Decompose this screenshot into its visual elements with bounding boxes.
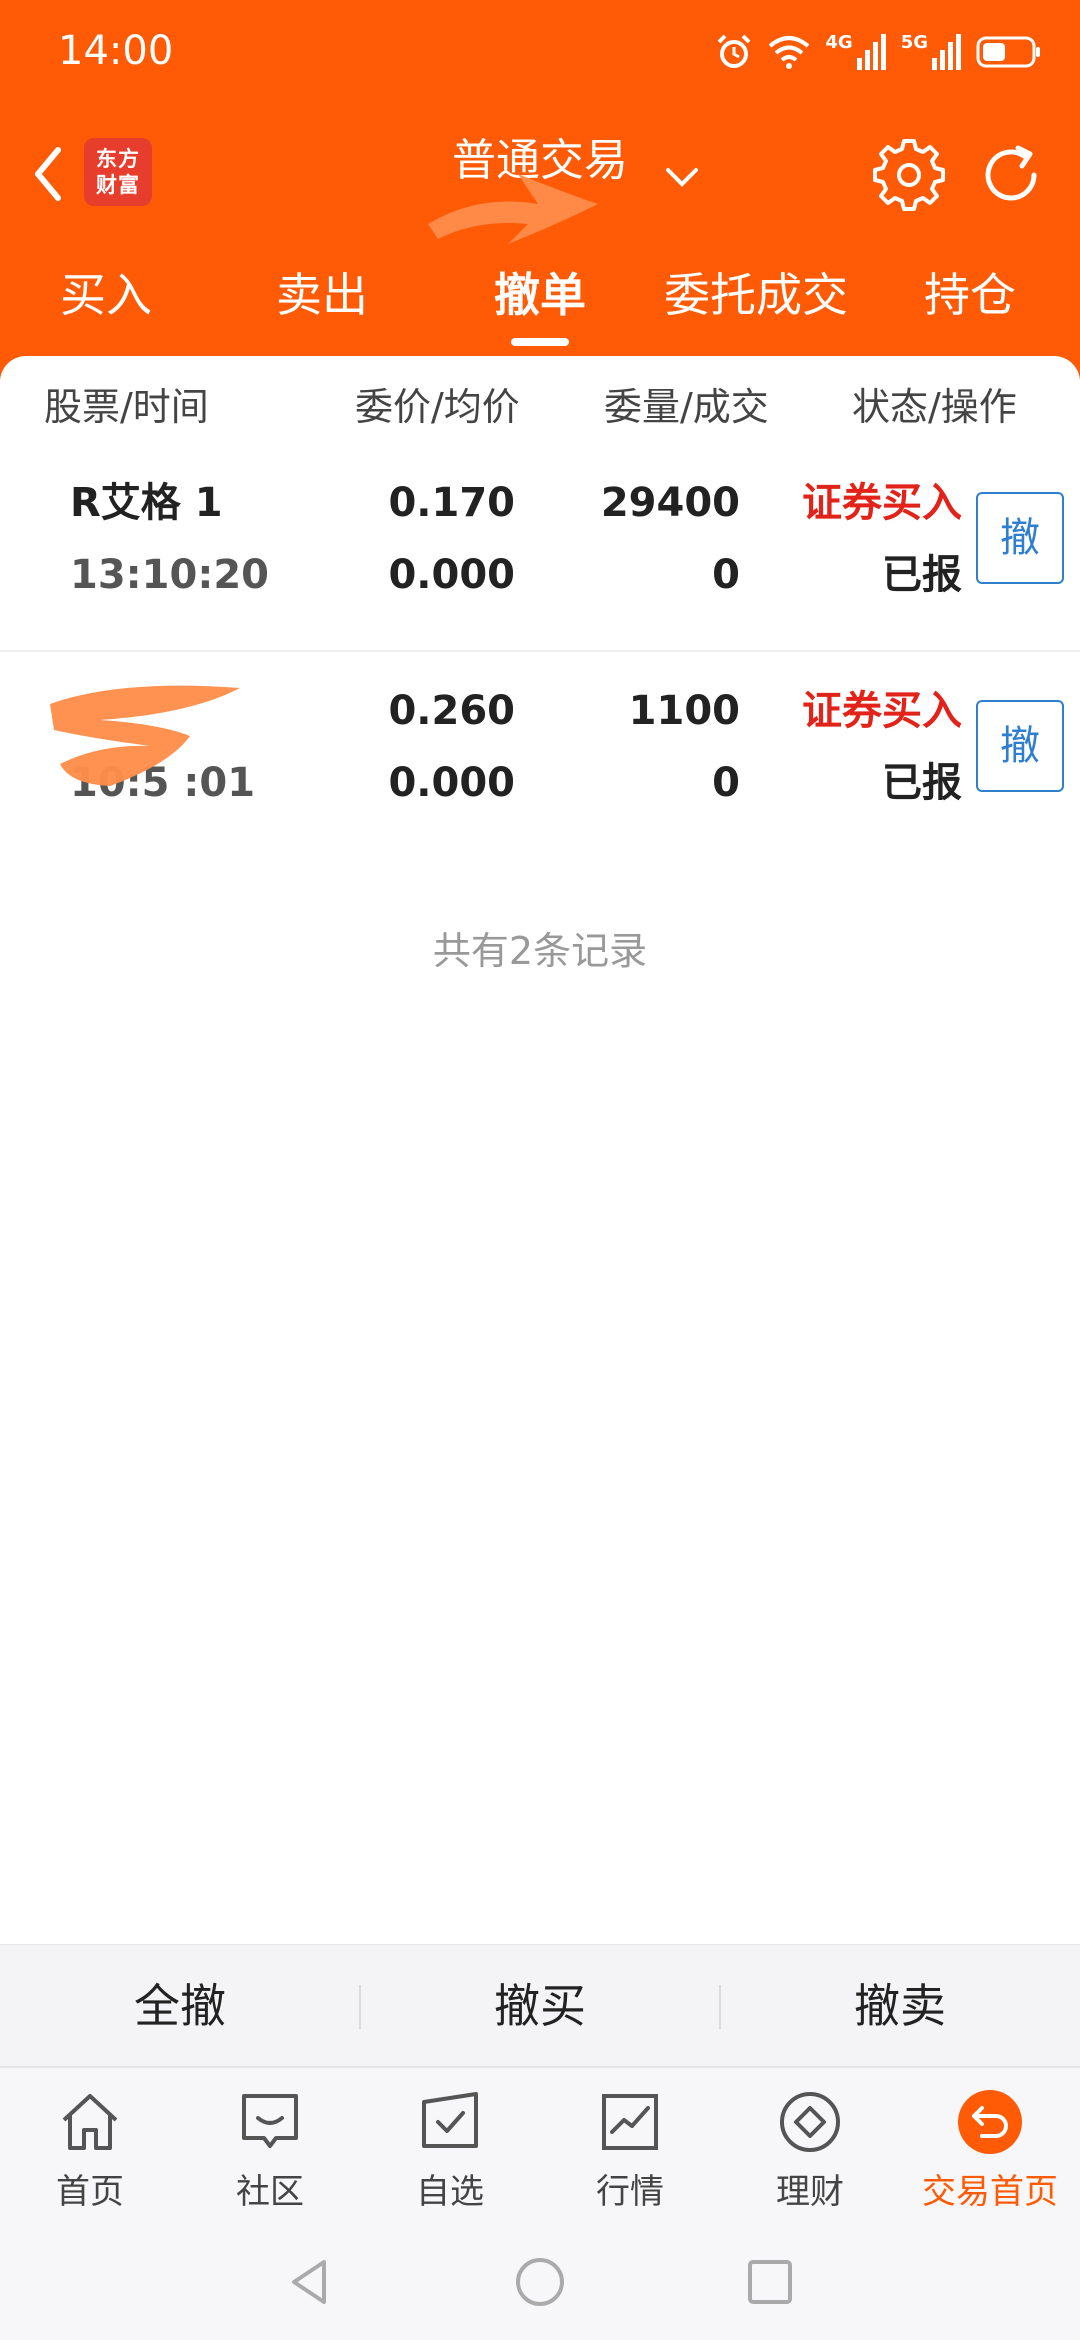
avg-price: 0.000 — [388, 760, 515, 806]
order-list: 股票/时间 委价/均价 委量/成交 状态/操作 R艾格 1 13:10:20 0… — [0, 356, 1080, 1946]
order-status: 已报 — [882, 552, 962, 598]
app-logo: 东方 财富 — [84, 138, 152, 206]
watchlist-icon — [422, 2092, 478, 2148]
nav-item-community[interactable]: 社区 — [180, 2068, 360, 2228]
network-label-1: 4G — [825, 31, 853, 53]
tab-buy[interactable]: 买入 — [36, 260, 176, 340]
table-row[interactable]: R艾格 1 13:10:20 0.170 0.000 29400 0 证券买入 … — [0, 446, 1080, 652]
column-header-stock: 股票/时间 — [44, 385, 209, 429]
logo-text-line2: 财富 — [96, 173, 140, 197]
cancel-sell-button[interactable]: 撤卖 — [720, 1945, 1080, 2067]
nav-item-watchlist[interactable]: 自选 — [360, 2068, 540, 2228]
system-recents-icon[interactable] — [740, 2252, 800, 2312]
stock-name: R艾格 1 — [70, 480, 223, 526]
diamond-icon — [780, 2092, 840, 2152]
app-header: 14:00 4G 5G 东方 财富 普通交易 买入 卖出 撤单 委托成交 持仓 — [0, 0, 1080, 380]
chevron-down-icon[interactable] — [662, 162, 702, 192]
cancel-all-button[interactable]: 全撤 — [0, 1945, 360, 2067]
column-header-price: 委价/均价 — [355, 385, 520, 429]
network-label-2: 5G — [900, 31, 928, 53]
system-home-icon[interactable] — [510, 2252, 570, 2312]
cancel-order-button[interactable]: 撤 — [976, 492, 1064, 584]
column-header-status: 状态/操作 — [852, 385, 1017, 429]
nav-label: 行情 — [596, 2172, 664, 2212]
alarm-icon — [717, 34, 751, 68]
active-tab-indicator — [511, 338, 569, 346]
order-time: 13:10:20 — [70, 552, 269, 598]
tab-positions[interactable]: 持仓 — [900, 260, 1040, 340]
tab-cancel-order[interactable]: 撤单 — [470, 260, 610, 340]
redaction-scribble — [428, 174, 598, 244]
order-status: 已报 — [882, 760, 962, 806]
system-navigation-bar — [0, 2226, 1080, 2340]
nav-item-trade-home[interactable]: 交易首页 — [900, 2068, 1080, 2228]
order-type: 证券买入 — [802, 688, 962, 734]
avg-price: 0.000 — [388, 552, 515, 598]
cancel-buy-button[interactable]: 撤买 — [360, 1945, 720, 2067]
tab-orders-trades[interactable]: 委托成交 — [650, 260, 862, 340]
bulk-action-bar: 全撤 撤买 撤卖 — [0, 1944, 1080, 2066]
order-type: 证券买入 — [802, 480, 962, 526]
nav-item-market[interactable]: 行情 — [540, 2068, 720, 2228]
status-time: 14:00 — [58, 28, 174, 74]
record-count: 共有2条记录 — [432, 929, 648, 973]
nav-label: 社区 — [236, 2172, 304, 2212]
table-row[interactable]: 10:5 :01 0.260 0.000 1100 0 证券买入 已报 撤 — [0, 654, 1080, 860]
bottom-navigation: 首页 社区 自选 行情 理财 交易首页 — [0, 2066, 1080, 2226]
column-header-quantity: 委量/成交 — [604, 385, 769, 429]
filled-quantity: 0 — [712, 552, 740, 598]
system-back-icon[interactable] — [280, 2252, 340, 2312]
chart-icon — [602, 2094, 658, 2150]
chat-icon — [242, 2094, 298, 2148]
nav-item-home[interactable]: 首页 — [0, 2068, 180, 2228]
nav-label: 首页 — [56, 2172, 124, 2212]
nav-label: 自选 — [416, 2172, 484, 2212]
signal-icon — [856, 34, 886, 70]
order-quantity: 29400 — [600, 480, 740, 526]
filled-quantity: 0 — [712, 760, 740, 806]
signal-icon — [932, 34, 961, 70]
status-icons: 4G 5G — [715, 28, 1042, 76]
tab-sell[interactable]: 卖出 — [252, 260, 392, 340]
cancel-order-button[interactable]: 撤 — [976, 700, 1064, 792]
nav-label: 交易首页 — [922, 2172, 1058, 2212]
order-quantity: 1100 — [628, 688, 740, 734]
home-icon — [62, 2094, 118, 2150]
battery-icon — [976, 36, 1040, 68]
trade-icon — [958, 2090, 1022, 2154]
order-price: 0.170 — [388, 480, 515, 526]
trade-tabs: 买入 卖出 撤单 委托成交 持仓 — [0, 260, 1080, 340]
redaction-scribble — [50, 685, 240, 786]
status-bar: 14:00 4G 5G — [0, 0, 1080, 110]
logo-text-line1: 东方 — [96, 147, 140, 171]
wifi-icon — [769, 36, 810, 69]
nav-item-wealth[interactable]: 理财 — [720, 2068, 900, 2228]
refresh-icon[interactable] — [974, 138, 1048, 212]
nav-label: 理财 — [776, 2172, 844, 2212]
order-price: 0.260 — [388, 688, 515, 734]
gear-icon[interactable] — [872, 138, 946, 212]
back-icon[interactable] — [22, 138, 78, 210]
